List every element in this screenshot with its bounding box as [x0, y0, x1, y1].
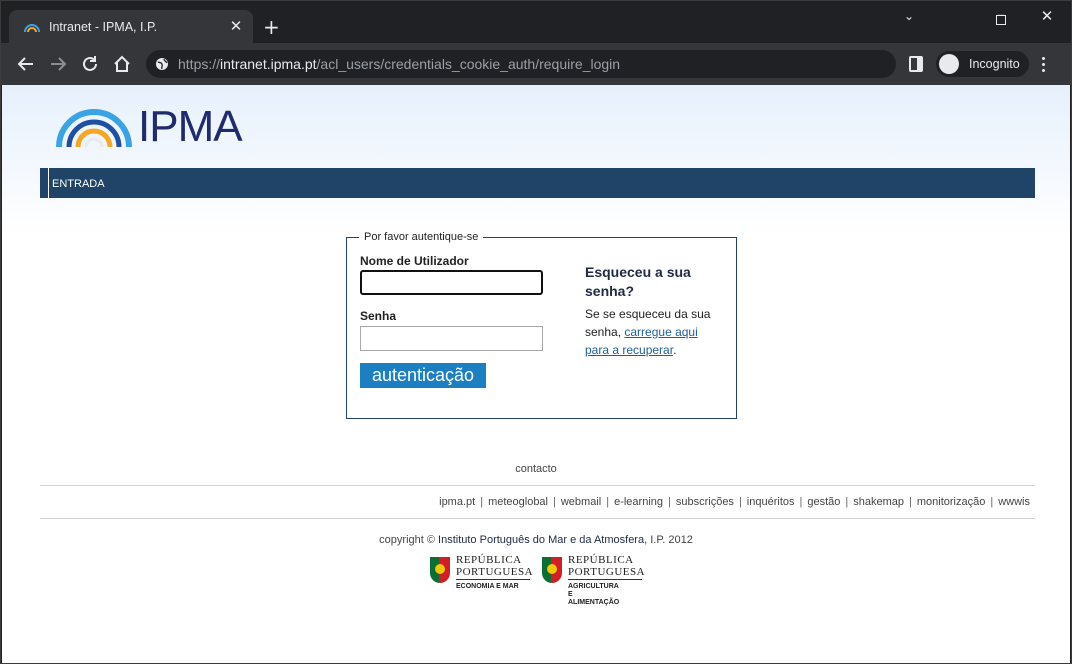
- republica-agricultura-logo[interactable]: REPÚBLICA PORTUGUESA AGRICULTURA E ALIME…: [542, 555, 652, 607]
- tab-strip: Intranet - IPMA, I.P. ✕ + ⌄ – ✕: [1, 1, 1071, 44]
- close-tab-icon[interactable]: ✕: [227, 17, 245, 35]
- password-label: Senha: [360, 309, 397, 323]
- main-navbar: ENTRADA: [40, 168, 1035, 198]
- login-legend: Por favor autentique-se: [359, 231, 484, 243]
- incognito-badge[interactable]: Incognito: [936, 51, 1029, 77]
- browser-window: Intranet - IPMA, I.P. ✕ + ⌄ – ✕ https://…: [0, 0, 1072, 664]
- tab-active[interactable]: Intranet - IPMA, I.P. ✕: [9, 10, 253, 44]
- footer-link-meteoglobal[interactable]: meteoglobal: [488, 496, 548, 508]
- tab-search-icon[interactable]: ⌄: [886, 9, 932, 29]
- portugal-emblem-icon: [542, 557, 562, 583]
- footer-link-ipma[interactable]: ipma.pt: [439, 496, 475, 508]
- site-info-icon[interactable]: [155, 57, 169, 71]
- url-text: https://intranet.ipma.pt/acl_users/crede…: [178, 56, 621, 72]
- logo-line1: REPÚBLICA: [568, 554, 634, 566]
- incognito-icon: [939, 54, 959, 74]
- browser-menu-icon[interactable]: [1042, 57, 1046, 73]
- maximize-icon[interactable]: [978, 10, 1024, 30]
- login-submit-button[interactable]: autenticação: [360, 363, 486, 388]
- footer-link-gestao[interactable]: gestão: [807, 496, 840, 508]
- close-window-icon[interactable]: ✕: [1024, 7, 1070, 27]
- logo-line2: PORTUGUESA: [456, 566, 534, 578]
- republica-economia-logo[interactable]: REPÚBLICA PORTUGUESA ECONOMIA E MAR: [430, 555, 540, 607]
- footer-link-wwwis[interactable]: wwwis: [998, 496, 1030, 508]
- password-input[interactable]: [360, 326, 543, 351]
- footer-link-inqueritos[interactable]: inquéritos: [747, 496, 795, 508]
- footer-link-monitorizacao[interactable]: monitorização: [917, 496, 985, 508]
- forgot-password-text: Se se esqueceu da sua senha, carregue aq…: [585, 307, 711, 357]
- reload-icon[interactable]: [79, 53, 101, 75]
- username-input[interactable]: [360, 270, 543, 295]
- side-panel-icon[interactable]: [909, 56, 923, 72]
- footer-link-subscricoes[interactable]: subscrições: [676, 496, 734, 508]
- contact-link[interactable]: contacto: [2, 463, 1070, 475]
- logo-line2: PORTUGUESA: [568, 566, 646, 578]
- logo-line1: REPÚBLICA: [456, 554, 522, 566]
- copyright-text: copyright © Instituto Português do Mar e…: [379, 534, 693, 546]
- nav-item-entrada[interactable]: ENTRADA: [48, 168, 105, 198]
- logo-text: IPMA: [138, 102, 243, 151]
- page-content: IPMA ENTRADA Por favor autentique-se Nom…: [2, 85, 1070, 663]
- forgot-password-heading: Esqueceu a sua senha?: [585, 264, 691, 299]
- forward-icon[interactable]: [47, 53, 69, 75]
- footer-divider-bottom: [40, 518, 1035, 519]
- browser-toolbar: https://intranet.ipma.pt/acl_users/crede…: [1, 43, 1071, 85]
- address-bar[interactable]: https://intranet.ipma.pt/acl_users/crede…: [146, 50, 896, 78]
- footer-link-elearning[interactable]: e-learning: [614, 496, 663, 508]
- ipma-favicon-icon: [24, 24, 40, 33]
- ipma-logo[interactable]: IPMA: [54, 103, 254, 151]
- footer-link-shakemap[interactable]: shakemap: [853, 496, 904, 508]
- logo-sub: ECONOMIA E MAR: [456, 583, 519, 590]
- tab-title: Intranet - IPMA, I.P.: [49, 20, 158, 34]
- incognito-label: Incognito: [969, 57, 1020, 71]
- ipma-arc-icon: [56, 109, 132, 148]
- institute-link[interactable]: Instituto Português do Mar e da Atmosfer…: [438, 534, 644, 546]
- back-icon[interactable]: [15, 53, 37, 75]
- logo-sub: AGRICULTURA E ALIMENTAÇÃO: [568, 583, 620, 606]
- username-label: Nome de Utilizador: [360, 254, 469, 268]
- footer-divider-top: [40, 485, 1035, 486]
- login-fieldset: Por favor autentique-se Nome de Utilizad…: [346, 231, 737, 419]
- footer-link-webmail[interactable]: webmail: [561, 496, 601, 508]
- home-icon[interactable]: [111, 53, 133, 75]
- portugal-emblem-icon: [430, 557, 450, 583]
- new-tab-icon[interactable]: +: [263, 17, 280, 37]
- footer-links: ipma.pt | meteoglobal | webmail | e-learning | s…: [439, 496, 1030, 508]
